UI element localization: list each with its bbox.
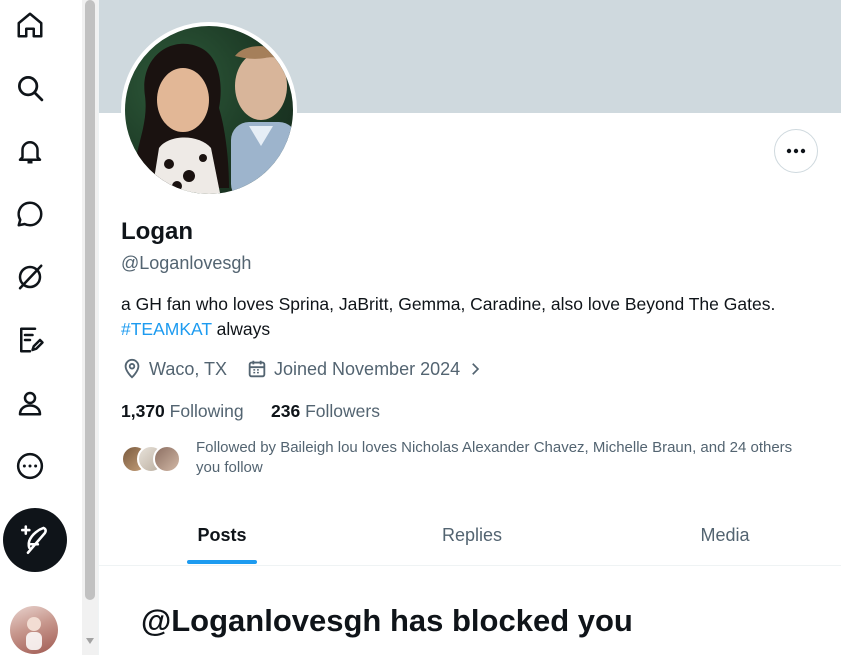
messages-icon[interactable] — [8, 192, 52, 236]
tab-replies[interactable]: Replies — [345, 506, 599, 564]
active-tab-indicator — [187, 560, 257, 564]
blocked-message: @Loganlovesgh has blocked you — [141, 603, 633, 638]
followers-link[interactable]: 236 Followers — [271, 401, 380, 422]
ellipsis-icon — [786, 148, 806, 154]
bio-suffix: always — [211, 319, 271, 339]
profile-column: Logan @Loganlovesgh a GH fan who loves S… — [98, 0, 841, 655]
notifications-icon[interactable] — [8, 129, 52, 173]
tab-media[interactable]: Media — [599, 506, 841, 564]
following-label: Following — [169, 401, 244, 421]
profile-bio: a GH fan who loves Sprina, JaBritt, Gemm… — [121, 292, 836, 342]
profile-icon[interactable] — [8, 381, 52, 425]
drafts-icon[interactable] — [8, 318, 52, 362]
following-link[interactable]: 1,370 Following — [121, 401, 244, 422]
followers-count: 236 — [271, 401, 301, 421]
bio-text: a GH fan who loves Sprina, JaBritt, Gemm… — [121, 294, 776, 314]
compose-button[interactable] — [3, 508, 67, 572]
search-icon[interactable] — [8, 66, 52, 110]
more-options-button[interactable] — [774, 129, 818, 173]
join-date-text: Joined November 2024 — [274, 358, 461, 379]
bio-hashtag-link[interactable]: #TEAMKAT — [121, 319, 212, 339]
following-count: 1,370 — [121, 401, 165, 421]
home-icon[interactable] — [8, 3, 52, 47]
profile-avatar[interactable] — [121, 22, 297, 198]
account-avatar[interactable] — [10, 606, 58, 654]
followed-by-text[interactable]: Followed by Baileigh lou loves Nicholas … — [196, 438, 816, 478]
tab-posts[interactable]: Posts — [99, 506, 345, 564]
profile-join-date[interactable]: Joined November 2024 — [246, 358, 490, 380]
scrollbar[interactable] — [82, 0, 98, 655]
profile-display-name: Logan — [121, 218, 193, 245]
chevron-right-icon — [472, 363, 480, 375]
profile-handle: @Loganlovesgh — [121, 253, 252, 273]
tabs-divider — [99, 565, 841, 566]
location-pin-icon — [124, 358, 140, 379]
follower-avatar[interactable] — [153, 445, 181, 473]
scroll-down-arrow[interactable] — [86, 638, 94, 644]
compose-feather-icon — [20, 525, 47, 555]
scrollbar-thumb[interactable] — [85, 0, 95, 600]
followers-label: Followers — [305, 401, 380, 421]
more-icon[interactable] — [8, 444, 52, 488]
left-navigation — [0, 0, 82, 655]
profile-location: Waco, TX — [121, 358, 227, 380]
grok-icon[interactable] — [8, 255, 52, 299]
location-text: Waco, TX — [149, 358, 228, 379]
calendar-icon — [248, 360, 266, 378]
